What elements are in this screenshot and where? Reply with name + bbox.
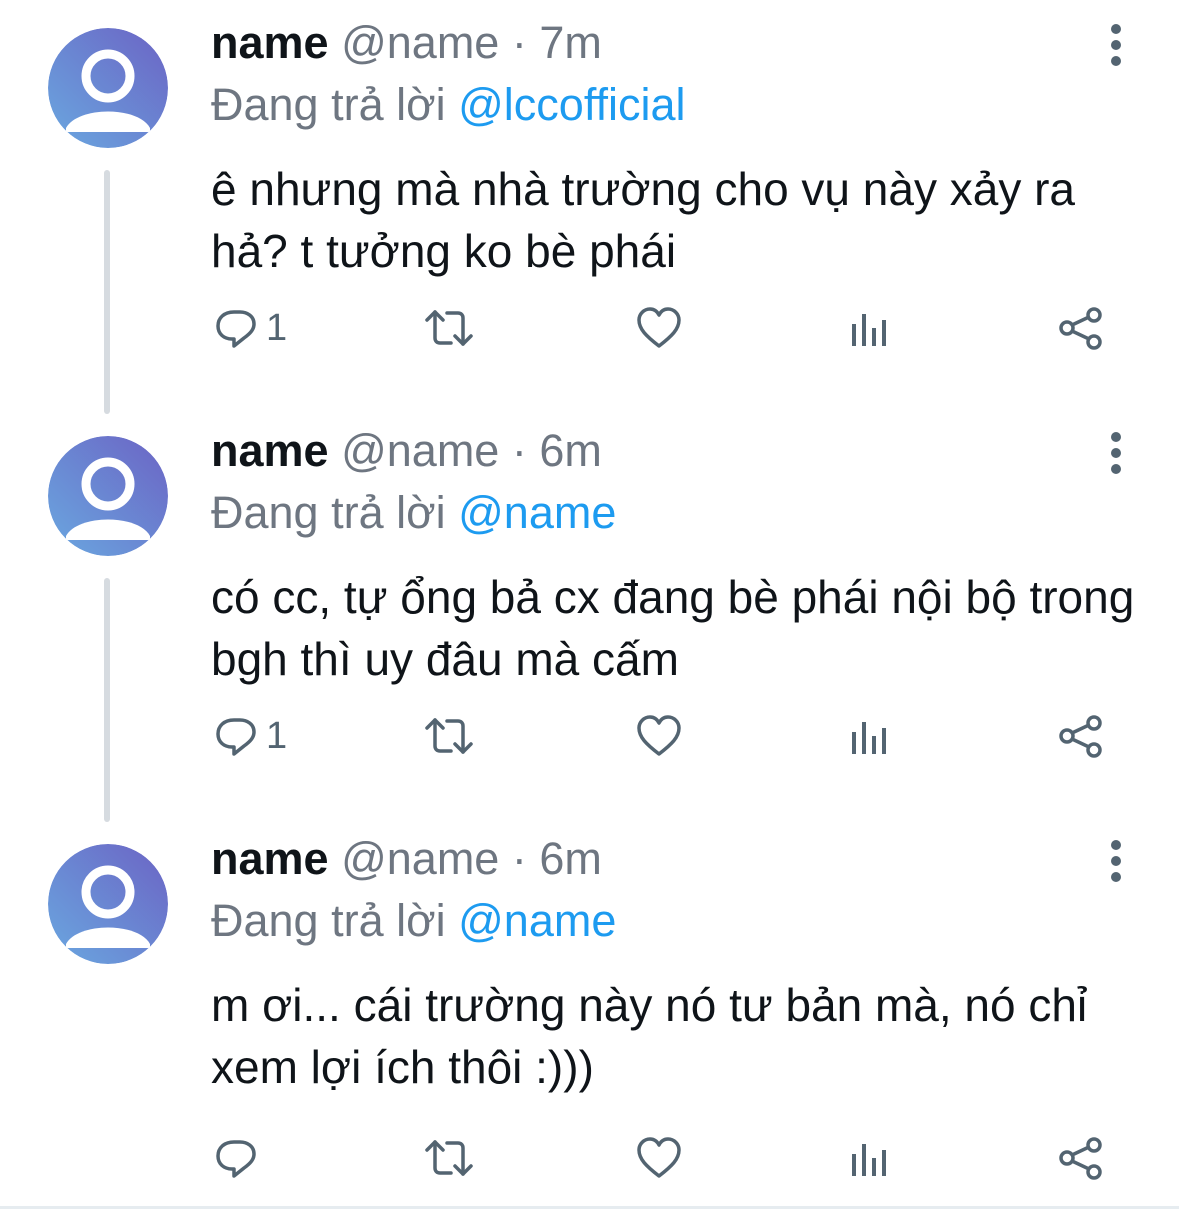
replying-to-label: Đang trả lời xyxy=(211,487,446,538)
reply-icon xyxy=(216,310,256,348)
tweet-actions: 1 xyxy=(0,298,1179,358)
like-button[interactable] xyxy=(636,706,682,766)
timestamp[interactable]: 6m xyxy=(539,833,602,884)
tweet-text: có cc, tự ổng bả cx đang bè phái nội bộ … xyxy=(211,571,1135,685)
replying-to: Đang trả lời @name xyxy=(211,488,616,538)
retweet-button[interactable] xyxy=(425,298,473,358)
more-vertical-icon xyxy=(1111,432,1121,474)
heart-icon xyxy=(637,1137,681,1178)
tweet-header: name @name · 6m xyxy=(211,834,602,884)
reply-button[interactable]: 1 xyxy=(214,298,287,358)
reply-button[interactable]: 1 xyxy=(214,706,287,766)
share-icon xyxy=(1059,1137,1102,1180)
user-handle[interactable]: @name xyxy=(341,17,499,68)
views-icon xyxy=(852,314,886,346)
thread-line xyxy=(104,170,110,414)
tweet[interactable]: name @name · 6m Đang trả lời @name m ơi.… xyxy=(0,816,1179,1206)
retweet-button[interactable] xyxy=(425,706,473,766)
avatar[interactable] xyxy=(48,844,168,964)
timestamp[interactable]: 7m xyxy=(539,17,602,68)
replying-to-label: Đang trả lời xyxy=(211,79,446,130)
retweet-button[interactable] xyxy=(425,1128,473,1188)
reply-icon xyxy=(216,1140,256,1178)
default-avatar-icon xyxy=(48,844,168,964)
tweet-header: name @name · 6m xyxy=(211,426,602,476)
default-avatar-icon xyxy=(48,436,168,556)
tweet-text: ê nhưng mà nhà trường cho vụ này xảy ra … xyxy=(211,163,1076,277)
separator: · xyxy=(511,425,527,476)
mention-link[interactable]: @name xyxy=(458,895,616,946)
display-name[interactable]: name xyxy=(211,425,329,476)
replying-to-label: Đang trả lời xyxy=(211,895,446,946)
retweet-icon xyxy=(425,310,473,346)
avatar[interactable] xyxy=(48,28,168,148)
avatar[interactable] xyxy=(48,436,168,556)
more-options-button[interactable] xyxy=(1098,428,1134,478)
divider xyxy=(0,1206,1179,1209)
reply-icon xyxy=(216,718,256,756)
share-button[interactable] xyxy=(1058,1128,1104,1188)
tweet[interactable]: name @name · 7m Đang trả lời @lccofficia… xyxy=(0,0,1179,414)
tweet-actions xyxy=(0,1128,1179,1188)
like-button[interactable] xyxy=(636,298,682,358)
tweet-actions: 1 xyxy=(0,706,1179,766)
views-button[interactable] xyxy=(850,706,890,766)
more-vertical-icon xyxy=(1111,24,1121,66)
share-button[interactable] xyxy=(1058,298,1104,358)
user-handle[interactable]: @name xyxy=(341,425,499,476)
retweet-icon xyxy=(425,718,473,754)
separator: · xyxy=(511,17,527,68)
views-button[interactable] xyxy=(850,1128,890,1188)
views-icon xyxy=(852,1144,886,1176)
reply-count: 1 xyxy=(266,306,288,349)
reply-button[interactable] xyxy=(214,1128,266,1188)
more-vertical-icon xyxy=(1111,840,1121,882)
views-icon xyxy=(852,722,886,754)
more-options-button[interactable] xyxy=(1098,836,1134,886)
mention-link[interactable]: @name xyxy=(458,487,616,538)
share-icon xyxy=(1059,307,1102,350)
user-handle[interactable]: @name xyxy=(341,833,499,884)
reply-count: 1 xyxy=(266,714,288,757)
thread-line xyxy=(104,578,110,822)
display-name[interactable]: name xyxy=(211,17,329,68)
display-name[interactable]: name xyxy=(211,833,329,884)
more-options-button[interactable] xyxy=(1098,20,1134,70)
mention-link[interactable]: @lccofficial xyxy=(458,79,685,130)
timestamp[interactable]: 6m xyxy=(539,425,602,476)
replying-to: Đang trả lời @lccofficial xyxy=(211,80,686,130)
separator: · xyxy=(511,833,527,884)
retweet-icon xyxy=(425,1140,473,1176)
like-button[interactable] xyxy=(636,1128,682,1188)
default-avatar-icon xyxy=(48,28,168,148)
heart-icon xyxy=(637,307,681,348)
tweet[interactable]: name @name · 6m Đang trả lời @name có cc… xyxy=(0,408,1179,822)
replying-to: Đang trả lời @name xyxy=(211,896,616,946)
tweet-text: m ơi... cái trường này nó tư bản mà, nó … xyxy=(211,979,1088,1093)
share-icon xyxy=(1059,715,1102,758)
heart-icon xyxy=(637,715,681,756)
views-button[interactable] xyxy=(850,298,890,358)
tweet-header: name @name · 7m xyxy=(211,18,602,68)
share-button[interactable] xyxy=(1058,706,1104,766)
